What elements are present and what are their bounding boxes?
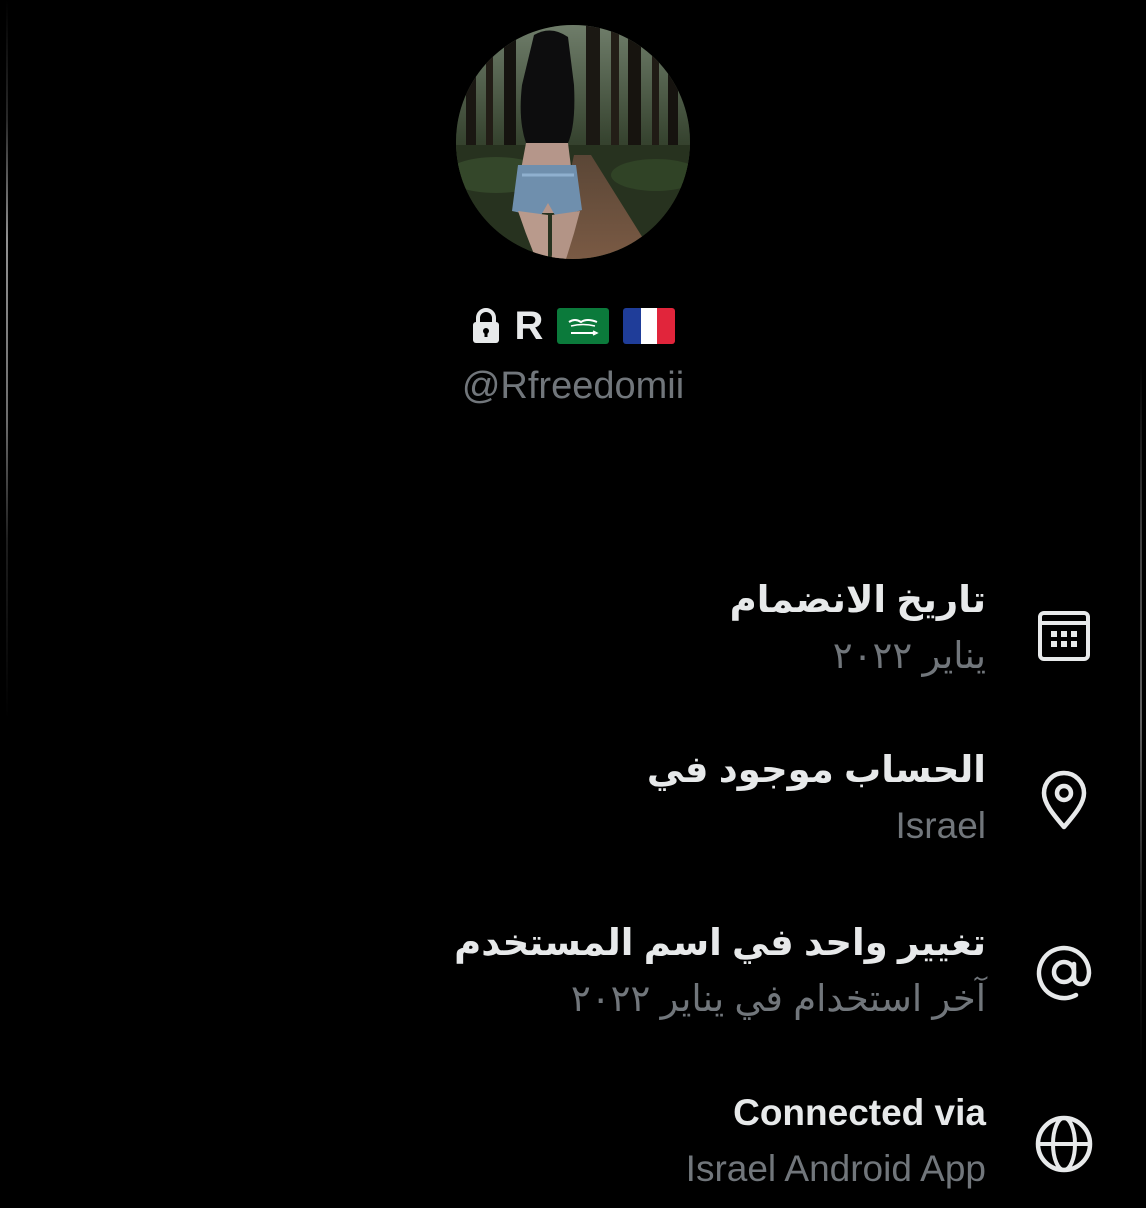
- connected-via-value: Israel Android App: [685, 1148, 986, 1189]
- at-sign-icon: [1032, 940, 1096, 1004]
- lock-icon: [472, 308, 499, 343]
- profile-name-row: R: [0, 300, 1146, 352]
- profile-handle: @Rfreedomii: [461, 365, 685, 407]
- calendar-icon: [1032, 603, 1096, 667]
- about-joined-row: تاريخ الانضمام يناير ٢٠٢٢: [0, 575, 1146, 695]
- display-name: R: [514, 304, 544, 348]
- joined-date: يناير ٢٠٢٢: [832, 635, 986, 676]
- about-username-row: تغيير واحد في اسم المستخدم آخر استخدام ف…: [0, 918, 1146, 1038]
- connected-via-title: Connected via: [733, 1092, 986, 1133]
- location-pin-icon: [1032, 769, 1096, 833]
- about-location-row: الحساب موجود في Israel: [0, 745, 1146, 865]
- username-changes-value: آخر استخدام في يناير ٢٠٢٢: [570, 978, 986, 1019]
- location-value: Israel: [895, 805, 986, 846]
- avatar-photo: [456, 25, 690, 259]
- joined-title: تاريخ الانضمام: [729, 579, 986, 620]
- location-title: الحساب موجود في: [646, 749, 986, 790]
- about-connected-row: Connected via Israel Android App: [0, 1088, 1146, 1208]
- france-flag-icon: [623, 308, 676, 344]
- globe-icon: [1032, 1112, 1096, 1176]
- saudi-flag-icon: [557, 308, 610, 344]
- profile-avatar[interactable]: [456, 25, 690, 259]
- username-changes-title: تغيير واحد في اسم المستخدم: [454, 922, 986, 963]
